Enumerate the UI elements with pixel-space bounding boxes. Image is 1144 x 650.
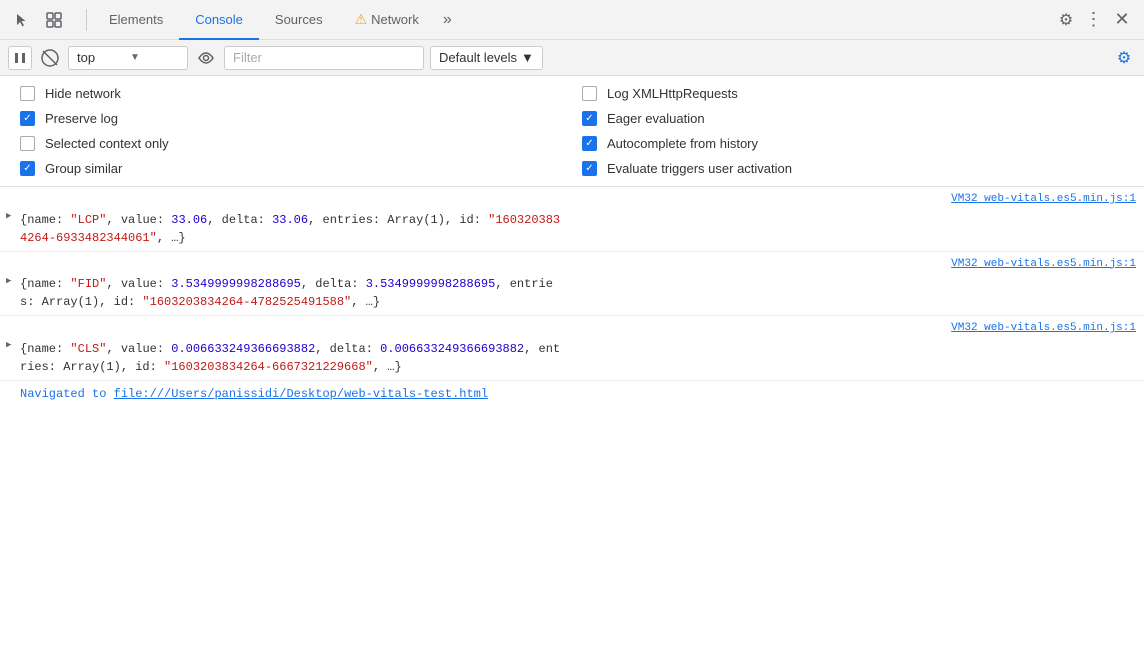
selected-context-row: Selected context only (20, 136, 562, 151)
divider (86, 9, 87, 31)
cursor-icon[interactable] (8, 6, 36, 34)
dropdown-arrow-icon: ▼ (130, 52, 179, 63)
console-entry-fid: VM32 web-vitals.es5.min.js:1 ▶ {name: "F… (0, 252, 1144, 317)
log-xmlhttp-checkbox[interactable] (582, 86, 597, 101)
entry-source[interactable]: VM32 web-vitals.es5.min.js:1 (20, 256, 1136, 274)
hide-network-label: Hide network (45, 86, 121, 101)
warning-icon: ⚠ (355, 11, 368, 28)
log-xmlhttp-label: Log XMLHttpRequests (607, 86, 738, 101)
preserve-log-row: Preserve log (20, 111, 562, 126)
settings-button[interactable]: ⚙ (1052, 6, 1080, 34)
expand-arrow-icon[interactable]: ▶ (6, 338, 11, 352)
more-tabs-button[interactable]: » (435, 0, 460, 40)
entry-content: {name: "LCP", value: 33.06, delta: 33.06… (20, 211, 1136, 247)
console-entry-lcp: VM32 web-vitals.es5.min.js:1 ▶ {name: "L… (0, 187, 1144, 252)
entry-source[interactable]: VM32 web-vitals.es5.min.js:1 (20, 320, 1136, 338)
main-content: Hide network Log XMLHttpRequests Preserv… (0, 76, 1144, 650)
group-similar-label: Group similar (45, 161, 122, 176)
eager-eval-row: Eager evaluation (582, 111, 1124, 126)
log-xmlhttp-row: Log XMLHttpRequests (582, 86, 1124, 101)
more-options-button[interactable]: ⋮ (1080, 6, 1108, 34)
close-button[interactable]: ✕ (1108, 6, 1136, 34)
eval-triggers-label: Evaluate triggers user activation (607, 161, 792, 176)
settings-panel: Hide network Log XMLHttpRequests Preserv… (0, 76, 1144, 187)
console-entry-cls: VM32 web-vitals.es5.min.js:1 ▶ {name: "C… (0, 316, 1144, 381)
selected-context-label: Selected context only (45, 136, 169, 151)
autocomplete-history-row: Autocomplete from history (582, 136, 1124, 151)
eval-triggers-checkbox[interactable] (582, 161, 597, 176)
expand-arrow-icon[interactable]: ▶ (6, 209, 11, 223)
preserve-log-label: Preserve log (45, 111, 118, 126)
dropdown-arrow-icon: ▼ (521, 50, 534, 65)
entry-source[interactable]: VM32 web-vitals.es5.min.js:1 (20, 191, 1136, 209)
tab-elements[interactable]: Elements (93, 0, 179, 40)
console-settings-button[interactable]: ⚙ (1112, 46, 1136, 70)
eager-eval-checkbox[interactable] (582, 111, 597, 126)
entry-content: {name: "CLS", value: 0.00663324936669388… (20, 340, 1136, 376)
group-similar-checkbox[interactable] (20, 161, 35, 176)
eval-triggers-row: Evaluate triggers user activation (582, 161, 1124, 176)
entry-content: {name: "FID", value: 3.5349999998288695,… (20, 275, 1136, 311)
inspect-icon[interactable] (40, 6, 68, 34)
tab-network[interactable]: ⚠ Network (339, 0, 435, 40)
expand-arrow-icon[interactable]: ▶ (6, 274, 11, 288)
eye-button[interactable] (194, 46, 218, 70)
clear-button[interactable] (38, 46, 62, 70)
context-selector[interactable]: top ▼ (68, 46, 188, 70)
eager-eval-label: Eager evaluation (607, 111, 705, 126)
toolbar-icons (8, 6, 68, 34)
tab-console[interactable]: Console (179, 0, 259, 40)
hide-network-checkbox[interactable] (20, 86, 35, 101)
console-toolbar: top ▼ Default levels ▼ ⚙ (0, 40, 1144, 76)
hide-network-row: Hide network (20, 86, 562, 101)
selected-context-checkbox[interactable] (20, 136, 35, 151)
filter-input[interactable] (224, 46, 424, 70)
default-levels-dropdown[interactable]: Default levels ▼ (430, 46, 543, 70)
tab-sources[interactable]: Sources (259, 0, 339, 40)
top-toolbar: Elements Console Sources ⚠ Network » ⚙ ⋮… (0, 0, 1144, 40)
nav-entry: Navigated to file:///Users/panissidi/Des… (0, 381, 1144, 407)
autocomplete-history-label: Autocomplete from history (607, 136, 758, 151)
nav-label: Navigated to (20, 387, 114, 401)
execute-button[interactable] (8, 46, 32, 70)
console-output: VM32 web-vitals.es5.min.js:1 ▶ {name: "L… (0, 187, 1144, 650)
preserve-log-checkbox[interactable] (20, 111, 35, 126)
group-similar-row: Group similar (20, 161, 562, 176)
nav-url[interactable]: file:///Users/panissidi/Desktop/web-vita… (114, 387, 488, 401)
autocomplete-history-checkbox[interactable] (582, 136, 597, 151)
